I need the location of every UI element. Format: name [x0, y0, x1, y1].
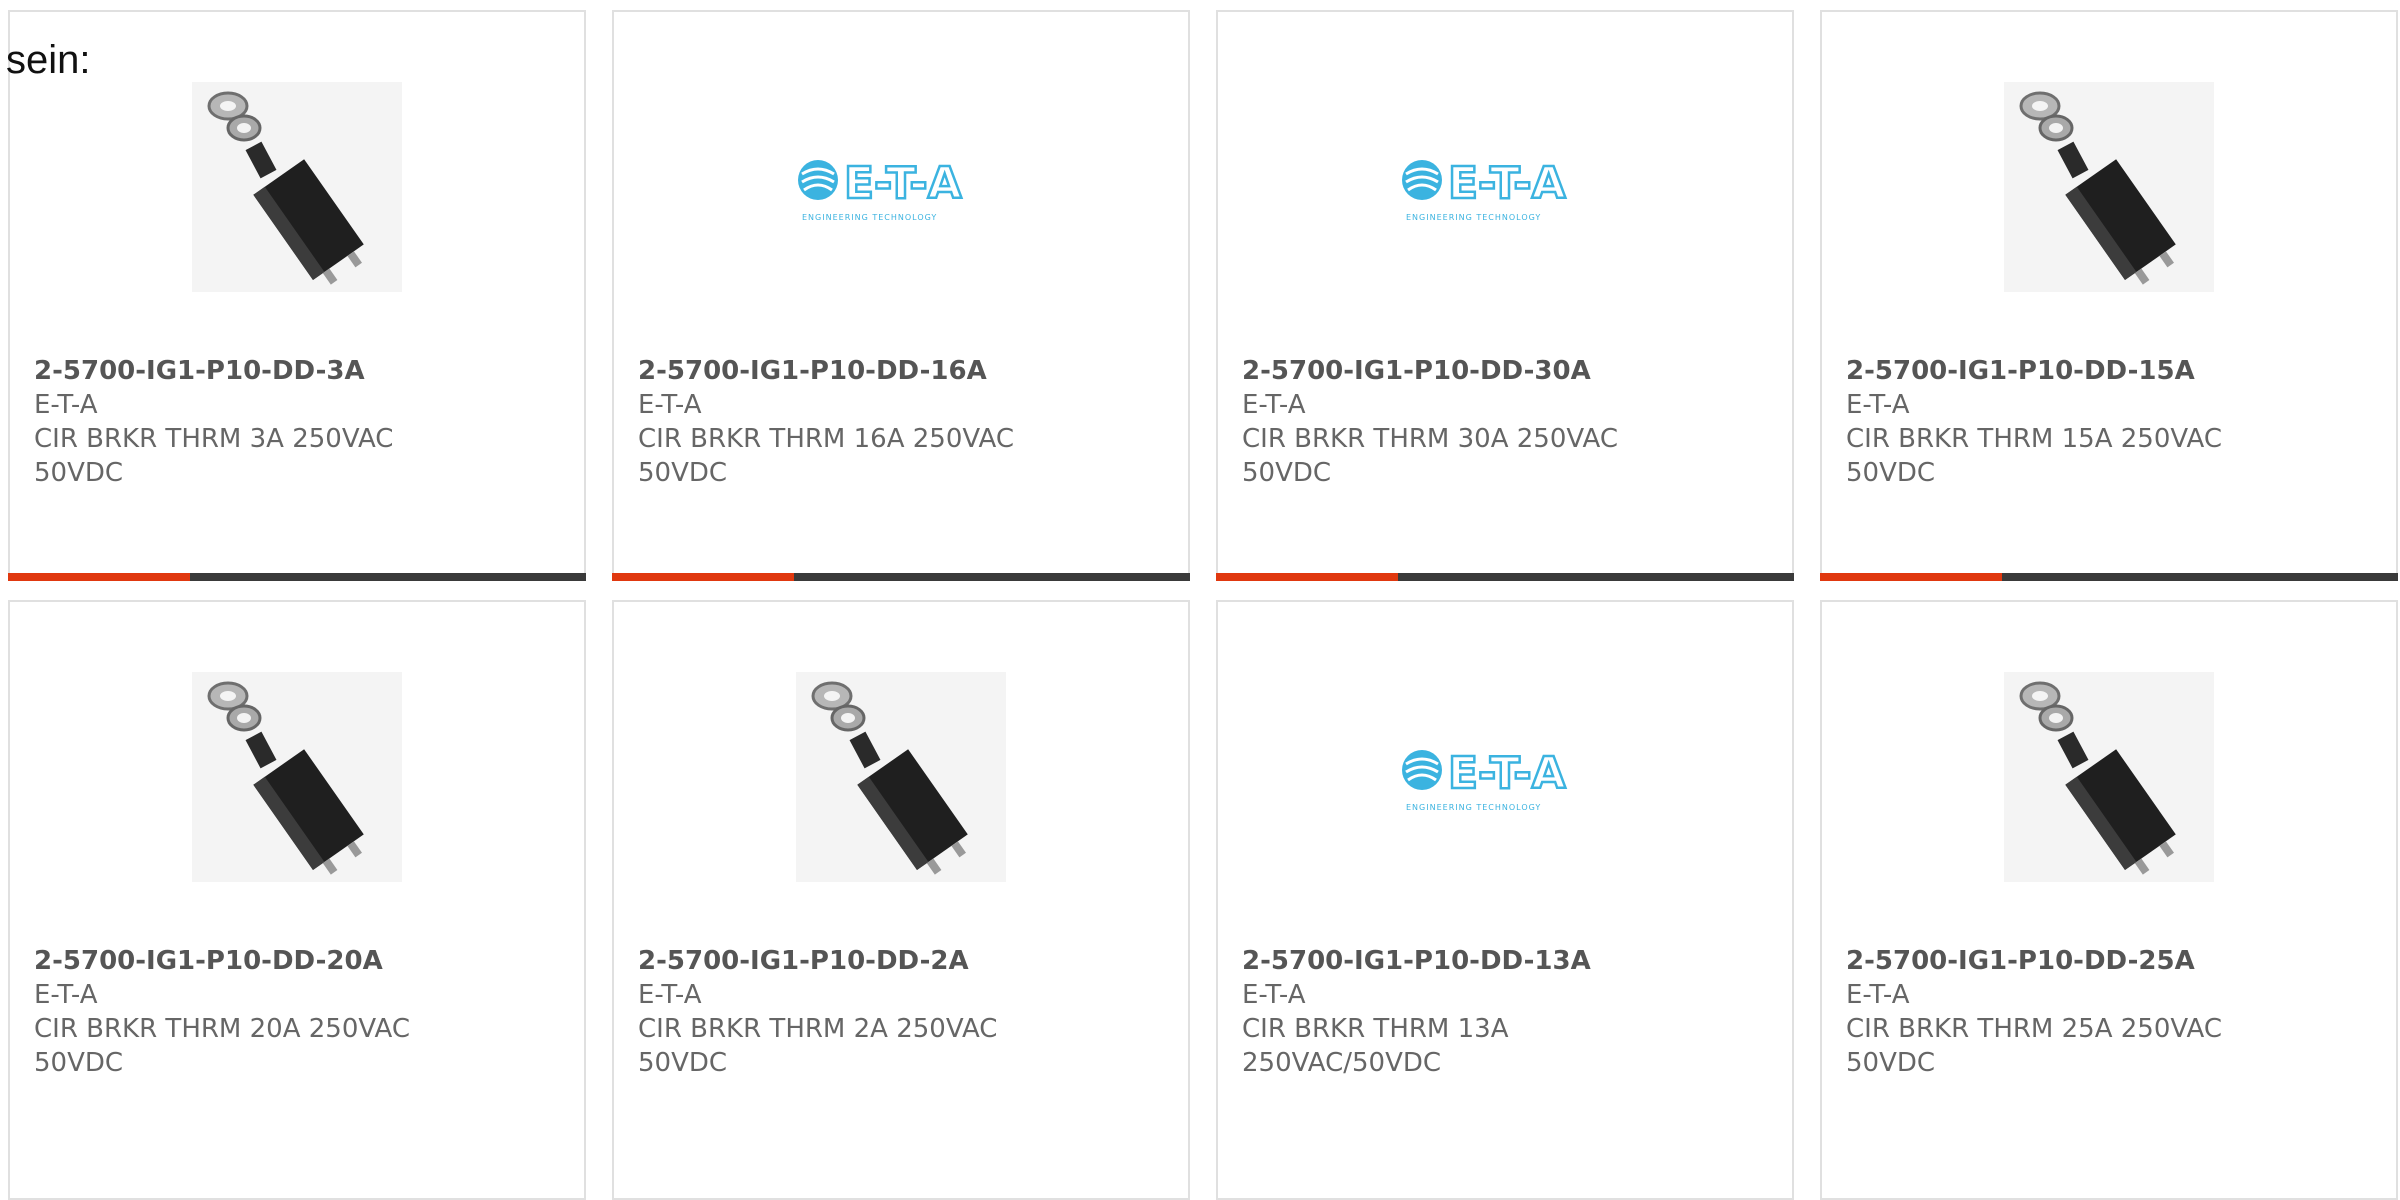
logo-text: E-T-A — [1448, 748, 1566, 799]
eta-logo: E-T-A ENGINEERING TECHNOLOGY — [1402, 747, 1567, 812]
circuit-breaker-icon — [2004, 672, 2214, 882]
part-number-link[interactable]: 2-5700-IG1-P10-DD-15A — [1846, 354, 2372, 388]
manufacturer: E-T-A — [34, 980, 98, 1010]
manufacturer: E-T-A — [1846, 390, 1910, 420]
circuit-breaker-icon — [192, 82, 402, 292]
part-number-link[interactable]: 2-5700-IG1-P10-DD-30A — [1242, 354, 1768, 388]
product-info: 2-5700-IG1-P10-DD-30A E-T-A CIR BRKR THR… — [1242, 354, 1768, 490]
part-number-link[interactable]: 2-5700-IG1-P10-DD-16A — [638, 354, 1164, 388]
description: CIR BRKR THRM 16A 250VAC 50VDC — [638, 424, 1014, 488]
product-card[interactable]: 2-5700-IG1-P10-DD-15A E-T-A CIR BRKR THR… — [1820, 10, 2398, 581]
logo-subtext: ENGINEERING TECHNOLOGY — [1406, 213, 1541, 222]
product-info: 2-5700-IG1-P10-DD-25A E-T-A CIR BRKR THR… — [1846, 944, 2372, 1080]
product-image[interactable] — [10, 672, 584, 882]
description: CIR BRKR THRM 2A 250VAC 50VDC — [638, 1014, 998, 1078]
part-number-link[interactable]: 2-5700-IG1-P10-DD-3A — [34, 354, 560, 388]
product-info: 2-5700-IG1-P10-DD-2A E-T-A CIR BRKR THRM… — [638, 944, 1164, 1080]
part-number-link[interactable]: 2-5700-IG1-P10-DD-25A — [1846, 944, 2372, 978]
product-info: 2-5700-IG1-P10-DD-20A E-T-A CIR BRKR THR… — [34, 944, 560, 1080]
description: CIR BRKR THRM 3A 250VAC 50VDC — [34, 424, 394, 488]
manufacturer: E-T-A — [638, 980, 702, 1010]
product-card[interactable]: E-T-A ENGINEERING TECHNOLOGY 2-5700-IG1-… — [612, 10, 1190, 581]
product-image[interactable] — [1822, 82, 2396, 292]
description: CIR BRKR THRM 15A 250VAC 50VDC — [1846, 424, 2222, 488]
product-info: 2-5700-IG1-P10-DD-15A E-T-A CIR BRKR THR… — [1846, 354, 2372, 490]
manufacturer: E-T-A — [1846, 980, 1910, 1010]
product-card[interactable]: E-T-A ENGINEERING TECHNOLOGY 2-5700-IG1-… — [1216, 10, 1794, 581]
eta-logo: E-T-A ENGINEERING TECHNOLOGY — [1402, 157, 1567, 222]
product-grid: 2-5700-IG1-P10-DD-3A E-T-A CIR BRKR THRM… — [8, 10, 2400, 1200]
description: CIR BRKR THRM 30A 250VAC 50VDC — [1242, 424, 1618, 488]
product-info: 2-5700-IG1-P10-DD-3A E-T-A CIR BRKR THRM… — [34, 354, 560, 490]
card-accent — [1820, 573, 2002, 581]
product-card[interactable]: 2-5700-IG1-P10-DD-3A E-T-A CIR BRKR THRM… — [8, 10, 586, 581]
product-image[interactable] — [10, 82, 584, 292]
description: CIR BRKR THRM 25A 250VAC 50VDC — [1846, 1014, 2222, 1078]
logo-subtext: ENGINEERING TECHNOLOGY — [1406, 803, 1541, 812]
card-accent — [8, 573, 190, 581]
circuit-breaker-icon — [796, 672, 1006, 882]
product-info: 2-5700-IG1-P10-DD-13A E-T-A CIR BRKR THR… — [1242, 944, 1768, 1080]
manufacturer: E-T-A — [638, 390, 702, 420]
intro-text: sein: — [6, 38, 91, 82]
circuit-breaker-icon — [192, 672, 402, 882]
circuit-breaker-icon — [2004, 82, 2214, 292]
product-card[interactable]: 2-5700-IG1-P10-DD-2A E-T-A CIR BRKR THRM… — [612, 600, 1190, 1200]
manufacturer: E-T-A — [1242, 980, 1306, 1010]
part-number-link[interactable]: 2-5700-IG1-P10-DD-20A — [34, 944, 560, 978]
product-image[interactable]: E-T-A ENGINEERING TECHNOLOGY — [1218, 672, 1792, 882]
part-number-link[interactable]: 2-5700-IG1-P10-DD-2A — [638, 944, 1164, 978]
logo-text: E-T-A — [844, 158, 962, 209]
product-image[interactable]: E-T-A ENGINEERING TECHNOLOGY — [1218, 82, 1792, 292]
product-info: 2-5700-IG1-P10-DD-16A E-T-A CIR BRKR THR… — [638, 354, 1164, 490]
manufacturer: E-T-A — [34, 390, 98, 420]
manufacturer: E-T-A — [1242, 390, 1306, 420]
product-image[interactable]: E-T-A ENGINEERING TECHNOLOGY — [614, 82, 1188, 292]
description: CIR BRKR THRM 20A 250VAC 50VDC — [34, 1014, 410, 1078]
logo-text: E-T-A — [1448, 158, 1566, 209]
product-image[interactable] — [1822, 672, 2396, 882]
part-number-link[interactable]: 2-5700-IG1-P10-DD-13A — [1242, 944, 1768, 978]
card-bottom-bar — [612, 573, 1190, 581]
eta-logo: E-T-A ENGINEERING TECHNOLOGY — [798, 157, 963, 222]
card-bottom-bar — [1820, 573, 2398, 581]
product-image[interactable] — [614, 672, 1188, 882]
product-card[interactable]: 2-5700-IG1-P10-DD-20A E-T-A CIR BRKR THR… — [8, 600, 586, 1200]
logo-subtext: ENGINEERING TECHNOLOGY — [802, 213, 937, 222]
card-bottom-bar — [8, 573, 586, 581]
card-accent — [1216, 573, 1398, 581]
card-bottom-bar — [1216, 573, 1794, 581]
description: CIR BRKR THRM 13A 250VAC/50VDC — [1242, 1014, 1509, 1078]
product-card[interactable]: E-T-A ENGINEERING TECHNOLOGY 2-5700-IG1-… — [1216, 600, 1794, 1200]
card-accent — [612, 573, 794, 581]
product-card[interactable]: 2-5700-IG1-P10-DD-25A E-T-A CIR BRKR THR… — [1820, 600, 2398, 1200]
